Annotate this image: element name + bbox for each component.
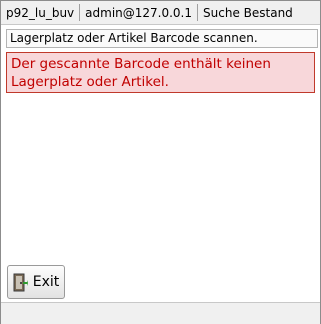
door-exit-icon [13, 273, 28, 291]
terminal-name: p92_lu_buv [6, 5, 75, 20]
app-window: p92_lu_buv admin@127.0.0.1 Suche Bestand… [0, 0, 321, 324]
exit-label: Exit [32, 274, 60, 290]
bottom-bar [1, 302, 320, 324]
scan-prompt: Lagerplatz oder Artikel Barcode scannen. [6, 29, 318, 48]
user-info: admin@127.0.0.1 [85, 5, 193, 20]
error-message: Der gescannte Barcode enthält keinen Lag… [6, 52, 315, 93]
status-bar: p92_lu_buv admin@127.0.0.1 Suche Bestand [1, 1, 320, 25]
exit-button[interactable]: Exit [7, 265, 65, 299]
screen-title: Suche Bestand [203, 5, 293, 20]
